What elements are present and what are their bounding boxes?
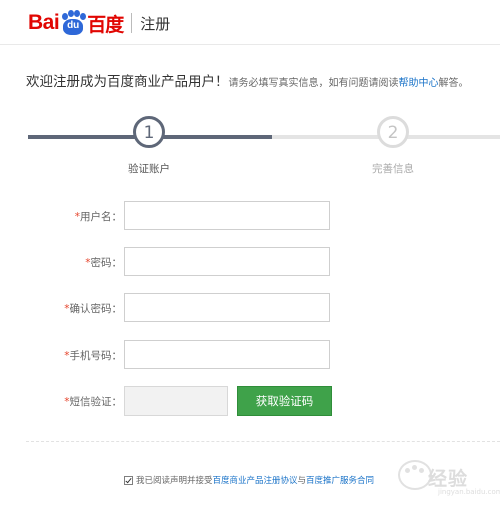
watermark-text: 经验 xyxy=(428,468,469,490)
header-bar: Bai du 百度 注册 xyxy=(0,0,500,45)
logo-divider xyxy=(131,13,133,33)
step-2-label: 完善信息 xyxy=(372,163,414,175)
baidu-jingyan-watermark: 经验 jingyan.baidu.com xyxy=(398,452,500,498)
password-label: *密码： xyxy=(85,257,122,269)
sms-label: *短信验证： xyxy=(64,396,122,408)
welcome-message: 欢迎注册成为百度商业产品用户！请务必填写真实信息，如有问题请阅读帮助中心解答。 xyxy=(26,70,496,90)
logo-cn-text: 百度 xyxy=(87,13,124,36)
confirm-password-label: *确认密码： xyxy=(64,303,122,315)
section-divider xyxy=(26,441,500,442)
username-input[interactable] xyxy=(124,201,330,230)
sms-code-input[interactable] xyxy=(124,386,228,416)
baidu-logo[interactable]: Bai du 百度 注册 xyxy=(28,10,170,36)
agreement-prefix: 我已阅读声明并接受 xyxy=(136,476,213,486)
phone-label: *手机号码： xyxy=(64,350,122,362)
confirm-password-input[interactable] xyxy=(124,293,330,322)
password-input[interactable] xyxy=(124,247,330,276)
page-section-title: 注册 xyxy=(140,14,171,33)
welcome-subtext: 请务必填写真实信息，如有问题请阅读 xyxy=(228,78,399,89)
step-1-indicator: 1 xyxy=(133,116,165,148)
username-label: *用户名： xyxy=(74,211,122,223)
agreement-checkbox[interactable] xyxy=(124,475,133,485)
agreement-row: 我已阅读声明并接受 百度商业产品注册协议与百度推广服务合同 xyxy=(124,474,374,486)
logo-du-text: du xyxy=(67,20,80,31)
username-row: *用户名： xyxy=(0,201,500,233)
logo-bai-text: Bai xyxy=(28,11,60,34)
watermark-url: jingyan.baidu.com xyxy=(438,488,500,496)
step-1-label: 验证账户 xyxy=(128,163,170,175)
help-center-link[interactable]: 帮助中心 xyxy=(399,78,439,89)
get-code-button[interactable]: 获取验证码 xyxy=(237,386,332,416)
confirm-password-row: *确认密码： xyxy=(0,293,500,325)
welcome-title: 欢迎注册成为百度商业产品用户！ xyxy=(26,74,229,90)
password-row: *密码： xyxy=(0,247,500,279)
sms-row: *短信验证： 获取验证码 xyxy=(0,386,500,418)
agreement-middle: 与 xyxy=(297,476,307,486)
welcome-tail: 解答。 xyxy=(438,78,469,89)
phone-input[interactable] xyxy=(124,340,330,369)
watermark-paw-icon xyxy=(398,460,432,490)
paw-icon: du xyxy=(60,10,87,36)
service-contract-link[interactable]: 百度推广服务合同 xyxy=(306,474,374,486)
registration-agreement-link[interactable]: 百度商业产品注册协议 xyxy=(213,474,298,486)
step-2-indicator: 2 xyxy=(377,116,409,148)
step-progress: 1 2 验证账户 完善信息 xyxy=(0,115,500,185)
phone-row: *手机号码： xyxy=(0,340,500,372)
